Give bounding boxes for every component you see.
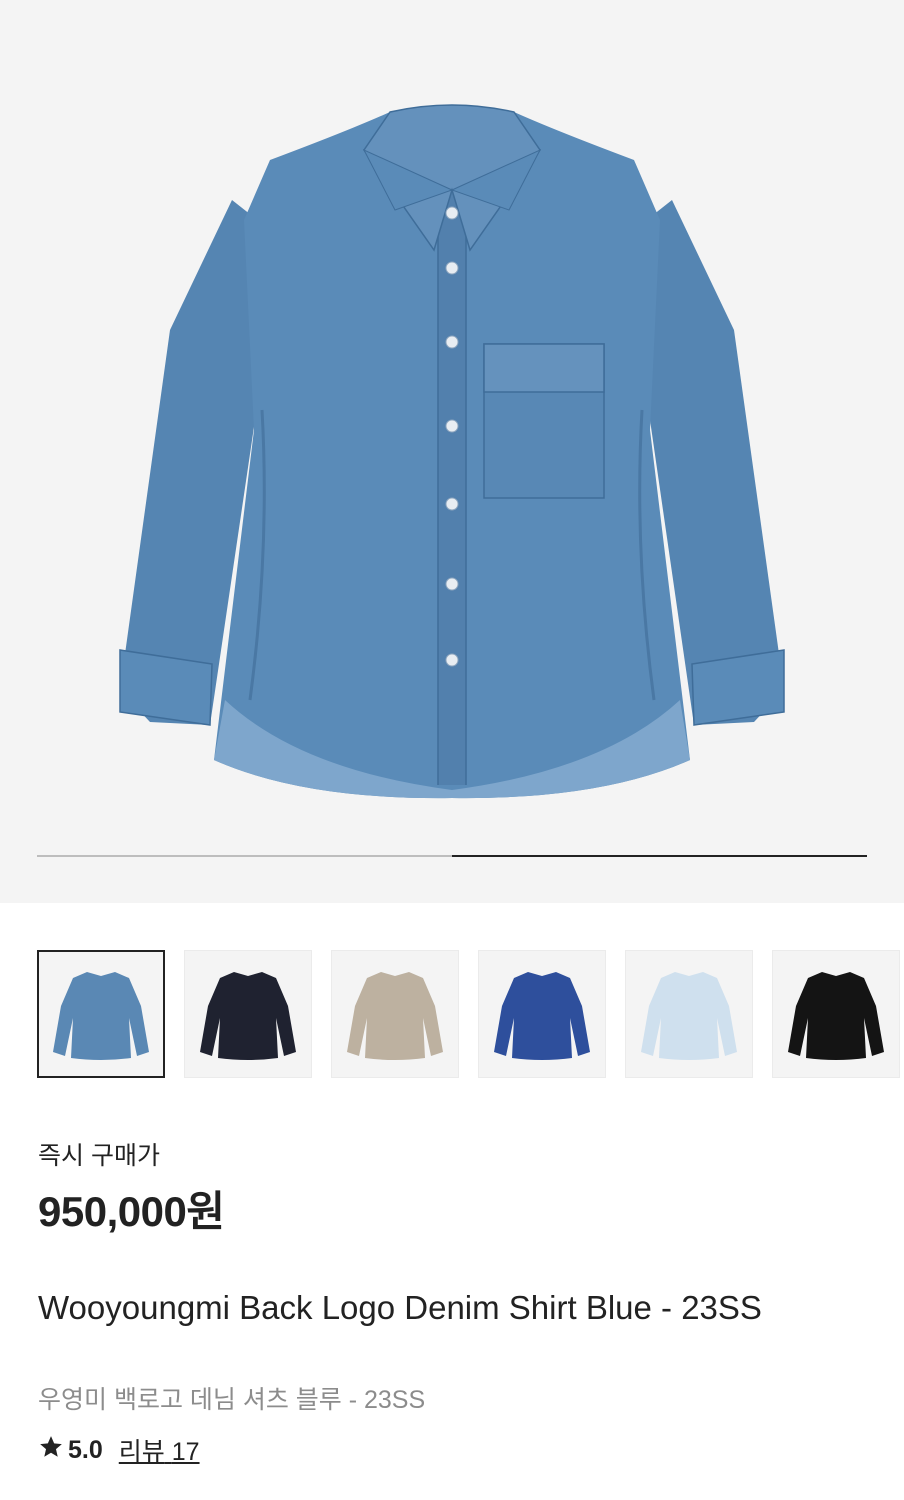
thumb-black-shirt[interactable] <box>772 950 900 1078</box>
review-link[interactable]: 리뷰 17 <box>119 1432 200 1468</box>
thumbnail-strip <box>37 950 900 1078</box>
thumbnail-shirt-image <box>347 972 443 1060</box>
thumb-light-blue-shirt[interactable] <box>625 950 753 1078</box>
thumbnail-shirt-image <box>494 972 590 1060</box>
rating-row: 5.0 리뷰 17 <box>38 1432 200 1468</box>
thumbnail-shirt-image <box>641 972 737 1060</box>
gallery-progress-track <box>37 855 867 857</box>
product-image-carousel[interactable] <box>0 0 904 903</box>
review-label: 리뷰 <box>118 1438 165 1466</box>
price-label: 즉시 구매가 <box>38 1142 160 1170</box>
gallery-progress-bar <box>452 855 867 857</box>
thumb-beige-shirt[interactable] <box>331 950 459 1078</box>
thumb-denim-blue-back[interactable] <box>37 950 165 1078</box>
thumbnail-shirt-image <box>788 972 884 1060</box>
thumbnail-shirt-image <box>200 972 296 1060</box>
review-count: 17 <box>171 1438 200 1466</box>
thumbnail-shirt-image <box>53 972 149 1060</box>
thumb-blue-printed-shirt[interactable] <box>478 950 606 1078</box>
product-price: 950,000원 <box>38 1188 225 1235</box>
star-icon <box>38 1434 64 1467</box>
thumb-navy-shirt[interactable] <box>184 950 312 1078</box>
product-main-image <box>119 104 785 799</box>
product-subtitle: 우영미 백로고 데님 셔츠 블루 - 23SS <box>38 1386 426 1414</box>
rating-value: 5.0 <box>68 1435 103 1464</box>
product-title: Wooyoungmi Back Logo Denim Shirt Blue - … <box>38 1289 762 1326</box>
